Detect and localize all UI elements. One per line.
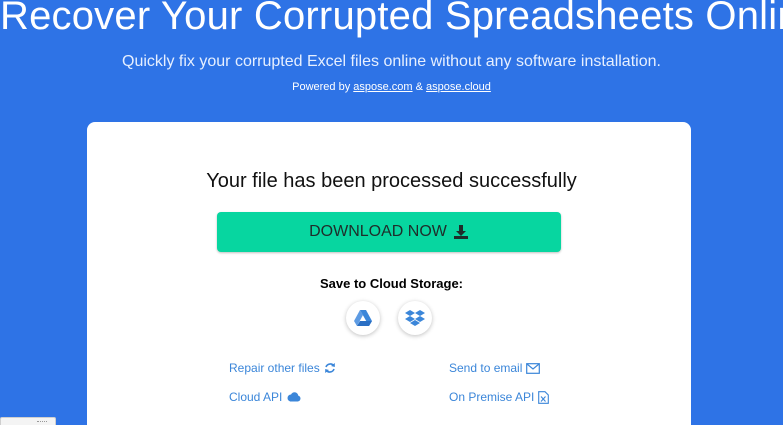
download-now-button[interactable]: DOWNLOAD NOW bbox=[217, 212, 561, 252]
repair-other-files-label: Repair other files bbox=[229, 361, 320, 375]
result-card bbox=[87, 122, 691, 425]
refresh-icon bbox=[324, 363, 335, 373]
powered-by-prefix: Powered by bbox=[292, 81, 351, 93]
grip-dots-icon bbox=[37, 421, 47, 423]
send-to-email-link[interactable]: Send to email bbox=[449, 361, 541, 375]
cloud-icon bbox=[287, 392, 301, 402]
cloud-api-link[interactable]: Cloud API bbox=[229, 390, 301, 404]
google-drive-icon bbox=[354, 310, 372, 326]
envelope-icon bbox=[526, 362, 541, 374]
page-subtitle: Quickly fix your corrupted Excel files o… bbox=[122, 53, 661, 70]
cloud-api-label: Cloud API bbox=[229, 390, 283, 404]
on-premise-api-link[interactable]: On Premise API bbox=[449, 390, 550, 404]
aspose-cloud-link[interactable]: aspose.cloud bbox=[426, 81, 491, 93]
powered-by-ampersand: & bbox=[415, 81, 423, 93]
dropbox-icon bbox=[405, 310, 425, 326]
aspose-com-link[interactable]: aspose.com bbox=[353, 81, 412, 93]
feedback-tab[interactable] bbox=[0, 417, 56, 425]
page-title: Recover Your Corrupted Spreadsheets Onli… bbox=[0, 0, 783, 38]
send-to-email-label: Send to email bbox=[449, 361, 523, 375]
dropbox-button[interactable] bbox=[398, 301, 432, 335]
on-premise-api-label: On Premise API bbox=[449, 390, 535, 404]
repair-other-files-link[interactable]: Repair other files bbox=[229, 361, 336, 375]
download-now-label: DOWNLOAD NOW bbox=[309, 223, 447, 240]
google-drive-button[interactable] bbox=[346, 301, 380, 335]
excel-file-icon bbox=[538, 390, 550, 404]
powered-by: Powered by aspose.com & aspose.cloud bbox=[0, 81, 783, 93]
result-title: Your file has been processed successfull… bbox=[206, 170, 577, 192]
download-icon bbox=[453, 225, 468, 239]
save-to-cloud-label: Save to Cloud Storage: bbox=[319, 276, 464, 291]
